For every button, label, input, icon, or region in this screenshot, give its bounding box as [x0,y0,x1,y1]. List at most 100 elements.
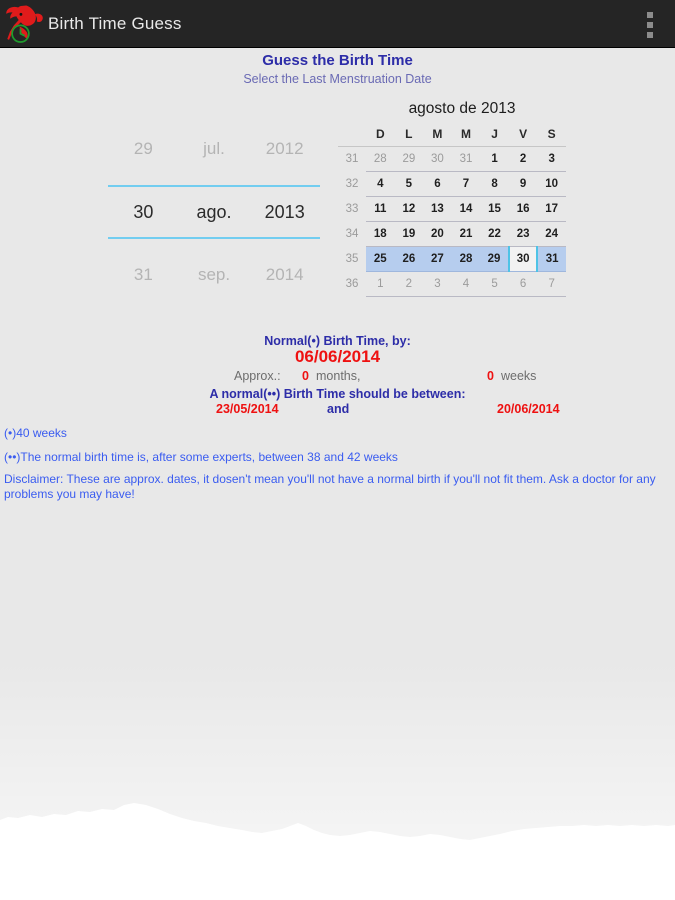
between-label: A normal(••) Birth Time should be betwee… [209,387,466,401]
calendar-weekday-header-row: DLMMJVS [338,122,566,147]
weekday-header-4: J [480,122,509,147]
approx-weeks-value: 0 [487,369,494,383]
day-selected-value[interactable]: 30 [108,199,179,225]
calendar-day[interactable]: 6 [423,171,452,197]
weekday-header-5: V [508,122,538,147]
year-next-value[interactable]: 2014 [249,262,320,288]
month-selected-wrap[interactable]: ago. [178,185,250,239]
calendar-day[interactable]: 19 [394,221,424,247]
year-prev-value[interactable]: 2012 [249,136,320,162]
month-spinner[interactable]: jul. ago. sep. [178,136,250,288]
calendar-grid[interactable]: DLMMJVS 31 28 29 30 31 1 2 3 32 4 5 6 7 8 9 10 33 11 12 13 1… [338,122,566,297]
year-selected-value[interactable]: 2013 [249,199,320,225]
calendar-day[interactable]: 4 [366,171,395,197]
range-from-date: 23/05/2014 [216,402,279,416]
calendar-day[interactable]: 17 [537,196,566,222]
footnote-two: (••)The normal birth time is, after some… [4,450,398,464]
calendar-week-row: 34 18 19 20 21 22 23 24 [338,221,566,247]
footnotes-block: (•)40 weeks (••)The normal birth time is… [4,424,670,502]
page-heading-block: Guess the Birth Time Select the Last Men… [0,52,675,87]
calendar-week-row: 31 28 29 30 31 1 2 3 [338,146,566,172]
year-spinner[interactable]: 2012 2013 2014 [249,136,321,288]
calendar-day[interactable]: 31 [537,246,566,272]
month-next-value[interactable]: sep. [179,262,250,288]
calendar-body[interactable]: 31 28 29 30 31 1 2 3 32 4 5 6 7 8 9 10 33 11 12 13 14 15 16 17 3… [338,146,566,297]
approx-row: Approx.: 0 months, 0 weeks [0,369,675,386]
calendar-week-row: 32 4 5 6 7 8 9 10 [338,171,566,197]
calendar-day[interactable]: 4 [451,271,481,297]
calendar-day[interactable]: 5 [480,271,509,297]
calendar-day[interactable]: 23 [508,221,538,247]
day-next-value[interactable]: 31 [108,262,179,288]
calendar-day[interactable]: 18 [366,221,395,247]
calendar-day[interactable]: 29 [394,146,424,172]
day-prev-value[interactable]: 29 [108,136,179,162]
calendar-day[interactable]: 24 [537,221,566,247]
week-number: 34 [345,228,359,240]
calendar-day[interactable]: 28 [366,146,395,172]
calendar-day[interactable]: 21 [451,221,481,247]
range-and-label: and [327,402,350,416]
calendar-day[interactable]: 9 [508,171,538,197]
day-selected-wrap[interactable]: 30 [108,185,179,239]
calendar-day[interactable]: 30 [423,146,452,172]
calendar-day[interactable]: 7 [537,271,566,297]
footnote-one: (•)40 weeks [4,426,67,440]
overflow-dot-2 [647,22,653,28]
approx-months-value: 0 [302,369,309,383]
calendar-day[interactable]: 14 [451,196,481,222]
calendar-day[interactable]: 8 [480,171,509,197]
calendar-day[interactable]: 5 [394,171,424,197]
calendar-day[interactable]: 15 [480,196,509,222]
calendar-day[interactable]: 13 [423,196,452,222]
page-title: Guess the Birth Time [262,52,413,69]
calendar-day[interactable]: 10 [537,171,566,197]
year-selected-wrap[interactable]: 2013 [249,185,321,239]
calendar-day[interactable]: 1 [480,146,509,172]
week-number: 36 [345,278,359,290]
calendar-day[interactable]: 20 [423,221,452,247]
app-title: Birth Time Guess [48,13,182,33]
calendar[interactable]: agosto de 2013 DLMMJVS 31 28 29 30 31 1 2 3 32 4 5… [338,96,566,297]
weekday-header-0: D [366,122,395,147]
week-number: 35 [345,253,359,265]
calendar-day[interactable]: 3 [537,146,566,172]
calendar-day[interactable]: 25 [366,246,395,272]
range-to-date: 20/06/2014 [497,402,560,416]
weekday-header-3: M [451,122,481,147]
month-selected-value[interactable]: ago. [179,199,250,225]
calendar-day[interactable]: 3 [423,271,452,297]
approx-weeks-unit: weeks [501,369,537,383]
results-block: Normal(•) Birth Time, by: 06/06/2014 App… [0,334,675,420]
calendar-day[interactable]: 16 [508,196,538,222]
calendar-day[interactable]: 27 [423,246,452,272]
overflow-dot-1 [647,12,653,18]
calendar-day[interactable]: 12 [394,196,424,222]
calendar-day[interactable]: 7 [451,171,481,197]
weekday-header-1: L [394,122,424,147]
calendar-day-selected[interactable]: 30 [507,246,539,272]
calendar-day[interactable]: 2 [508,146,538,172]
week-number-header [338,122,366,147]
calendar-day[interactable]: 11 [366,196,395,222]
approx-months-unit: months, [316,369,361,383]
month-prev-value[interactable]: jul. [179,136,250,162]
weekday-header-6: S [537,122,566,147]
day-spinner[interactable]: 29 30 31 [108,136,179,288]
app-bar: Birth Time Guess [0,0,675,48]
disclaimer-text: Disclaimer: These are approx. dates, it … [4,472,656,501]
calendar-day[interactable]: 6 [508,271,538,297]
calendar-day[interactable]: 28 [451,246,481,272]
overflow-menu-icon[interactable] [639,11,661,39]
calendar-week-row: 33 11 12 13 14 15 16 17 [338,196,566,222]
calendar-day[interactable]: 2 [394,271,424,297]
week-number: 32 [345,178,359,190]
calendar-day[interactable]: 22 [480,221,509,247]
calendar-day[interactable]: 31 [451,146,481,172]
stork-clock-icon [6,5,43,43]
calendar-week-row: 36 1 2 3 4 5 6 7 [338,271,566,297]
calendar-day[interactable]: 26 [394,246,424,272]
date-spinner[interactable]: 29 30 31 jul. ago. sep. 2012 2013 2014 [108,136,321,288]
calendar-day[interactable]: 1 [366,271,395,297]
calendar-day[interactable]: 29 [480,246,509,272]
